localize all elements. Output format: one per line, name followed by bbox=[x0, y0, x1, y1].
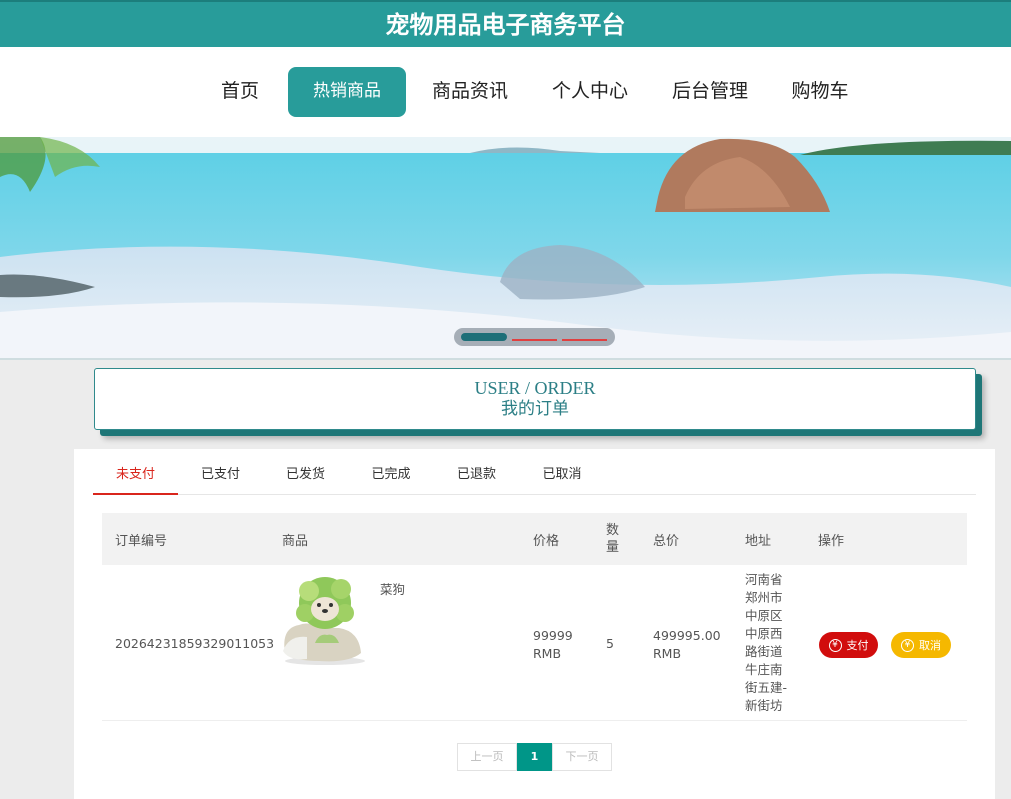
order-table-header: 订单编号 商品 价格 数 量 总价 地址 操作 bbox=[102, 513, 967, 565]
site-header: 宠物用品电子商务平台 bbox=[0, 0, 1011, 47]
order-header-en: USER / ORDER bbox=[474, 378, 596, 398]
col-qty: 数 量 bbox=[606, 513, 624, 565]
nav-admin[interactable]: 后台管理 bbox=[660, 67, 760, 117]
total-value: 499995.00 bbox=[653, 628, 721, 643]
address-value: 河南省郑州市中原区中原西路街道牛庄南街五建-新街坊 bbox=[745, 572, 787, 713]
col-action: 操作 bbox=[818, 533, 845, 549]
carousel-dot-1[interactable] bbox=[461, 333, 507, 341]
tab-cancelled[interactable]: 已取消 bbox=[519, 456, 605, 494]
carousel-dot-2[interactable] bbox=[512, 339, 557, 341]
quantity-value: 5 bbox=[606, 636, 614, 651]
yen-icon: ¥ bbox=[901, 638, 914, 652]
cancel-button[interactable]: ¥ 取消 bbox=[891, 632, 951, 658]
col-qty-line1: 数 bbox=[606, 523, 620, 538]
order-status-tabs: 未支付 已支付 已发货 已完成 已退款 已取消 bbox=[93, 456, 976, 495]
table-row: 20264231859329011053 菜狗 99999 RMB 5 4999… bbox=[102, 565, 967, 721]
tab-unpaid[interactable]: 未支付 bbox=[93, 456, 178, 495]
main-nav: 首页 热销商品 商品资讯 个人中心 后台管理 购物车 bbox=[0, 47, 1011, 137]
pagination: 上一页 1 下一页 bbox=[457, 743, 612, 771]
order-panel: 未支付 已支付 已发货 已完成 已退款 已取消 订单编号 商品 价格 数 量 总… bbox=[74, 449, 995, 799]
site-title: 宠物用品电子商务平台 bbox=[385, 11, 626, 39]
current-page[interactable]: 1 bbox=[517, 743, 552, 771]
tab-refunded[interactable]: 已退款 bbox=[434, 456, 519, 494]
cancel-label: 取消 bbox=[919, 639, 941, 652]
pay-label: 支付 bbox=[846, 639, 869, 652]
carousel-dot-3[interactable] bbox=[562, 339, 607, 341]
order-header-cn: 我的订单 bbox=[501, 399, 569, 419]
yen-icon: ¥ bbox=[828, 638, 842, 652]
total-cell: 499995.00 RMB bbox=[653, 627, 721, 663]
tab-paid[interactable]: 已支付 bbox=[178, 456, 263, 494]
carousel-indicators bbox=[454, 328, 615, 346]
product-thumbnail[interactable] bbox=[279, 573, 371, 665]
beach-banner-image bbox=[0, 137, 1011, 358]
nav-hot-products[interactable]: 热销商品 bbox=[288, 67, 406, 117]
col-price: 价格 bbox=[533, 533, 560, 549]
order-section-header: USER / ORDER 我的订单 bbox=[94, 368, 976, 430]
product-name[interactable]: 菜狗 bbox=[380, 581, 405, 599]
price-value: 99999 bbox=[533, 628, 573, 643]
col-product: 商品 bbox=[282, 533, 309, 549]
pay-button[interactable]: ¥ 支付 bbox=[819, 632, 878, 658]
tab-completed[interactable]: 已完成 bbox=[348, 456, 434, 494]
next-page-button[interactable]: 下一页 bbox=[552, 743, 612, 771]
price-cell: 99999 RMB bbox=[533, 627, 573, 663]
col-total: 总价 bbox=[653, 533, 680, 549]
tab-shipped[interactable]: 已发货 bbox=[263, 456, 348, 494]
banner-carousel[interactable] bbox=[0, 137, 1011, 360]
col-qty-line2: 量 bbox=[606, 540, 620, 555]
nav-home[interactable]: 首页 bbox=[204, 67, 276, 117]
nav-profile[interactable]: 个人中心 bbox=[540, 67, 640, 117]
price-unit: RMB bbox=[533, 646, 562, 661]
nav-cart[interactable]: 购物车 bbox=[780, 67, 860, 117]
order-number: 20264231859329011053 bbox=[115, 636, 275, 651]
total-unit: RMB bbox=[653, 646, 682, 661]
nav-news[interactable]: 商品资讯 bbox=[420, 67, 520, 117]
col-order-no: 订单编号 bbox=[115, 533, 168, 549]
col-address: 地址 bbox=[745, 533, 772, 549]
prev-page-button[interactable]: 上一页 bbox=[457, 743, 517, 771]
